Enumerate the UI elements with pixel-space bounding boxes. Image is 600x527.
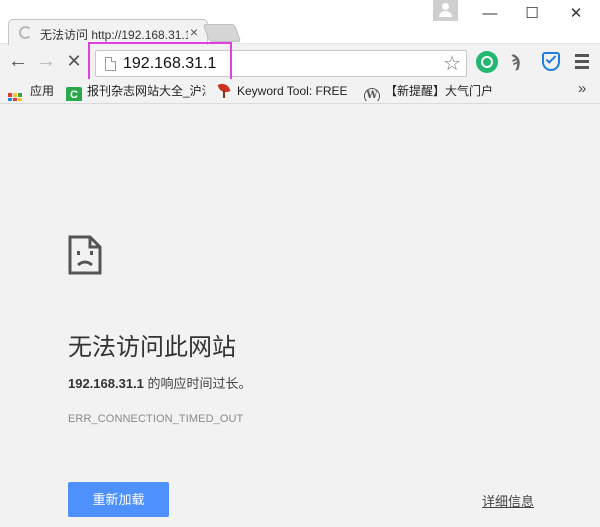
red-leaf-icon [216, 82, 232, 98]
error-title: 无法访问此网站 [68, 333, 236, 361]
url-highlight-box [88, 42, 232, 83]
sad-page-icon [68, 235, 102, 275]
minimize-button[interactable]: — [470, 2, 510, 26]
reload-button[interactable]: 重新加载 [68, 482, 169, 517]
menu-icon[interactable] [575, 54, 589, 69]
stop-loading-button[interactable]: ✕ [62, 49, 86, 73]
bookmark-apps[interactable]: 应用 [8, 82, 63, 101]
forward-button[interactable]: → [34, 49, 58, 73]
error-host: 192.168.31.1 [68, 376, 144, 391]
bookmark-item[interactable]: C 报刊杂志网站大全_沪江 [66, 82, 206, 101]
bookmarks-overflow-button[interactable]: » [578, 80, 586, 97]
back-button[interactable]: ← [6, 49, 30, 73]
feather-extension-icon[interactable]: ϡ [508, 51, 530, 73]
bookmarks-bar: 应用 C 报刊杂志网站大全_沪江 Keyword Tool: FREE W 【新提醒… [0, 79, 600, 104]
shield-extension-icon[interactable] [540, 51, 562, 73]
bookmark-star-icon[interactable]: ☆ [443, 52, 461, 76]
bookmark-apps-label: 应用 [30, 84, 55, 98]
bookmark-label: 【新提醒】大气门户 [385, 84, 494, 98]
loading-spinner-icon [19, 26, 32, 39]
error-message: 的响应时间过长。 [143, 376, 252, 391]
error-description: 192.168.31.1 的响应时间过长。 [68, 373, 252, 392]
new-tab-button[interactable] [202, 24, 242, 42]
bookmark-label: Keyword Tool: FREE [237, 84, 348, 98]
tab-close-icon[interactable]: × [190, 23, 198, 41]
user-profile-icon[interactable] [433, 0, 458, 21]
bookmark-label: 报刊杂志网站大全_沪江 [87, 84, 206, 98]
close-window-button[interactable]: ✕ [556, 2, 596, 26]
wordpress-icon: W [364, 88, 380, 101]
details-link[interactable]: 详细信息 [482, 491, 534, 510]
error-code: ERR_CONNECTION_TIMED_OUT [68, 413, 244, 425]
green-extension-icon[interactable] [476, 51, 498, 73]
green-c-icon: C [66, 87, 82, 101]
apps-grid-icon [8, 93, 22, 101]
bookmark-item[interactable]: W 【新提醒】大气门户 [364, 82, 504, 101]
tab-title: 无法访问 http://192.168.31.1 [40, 28, 188, 42]
error-page: 无法访问此网站 192.168.31.1 的响应时间过长。 ERR_CONNEC… [0, 105, 600, 527]
maximize-button[interactable]: ☐ [512, 2, 552, 26]
bookmark-item[interactable]: Keyword Tool: FREE [216, 82, 352, 101]
title-bar: 无法访问 http://192.168.31.1 × — ☐ ✕ [0, 0, 600, 45]
